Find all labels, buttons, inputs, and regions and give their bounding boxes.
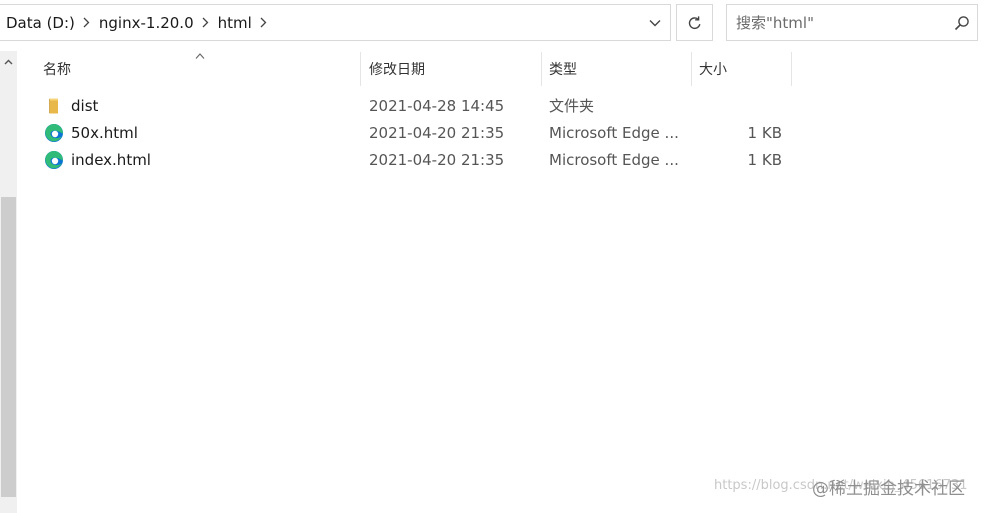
column-header-type-label: 类型: [549, 62, 577, 78]
file-row[interactable]: dist 2021-04-28 14:45 文件夹: [18, 92, 798, 119]
breadcrumb-item-nginx[interactable]: nginx-1.20.0: [94, 14, 199, 32]
top-bar: Data (D:) nginx-1.20.0 html 搜索"html": [0, 0, 991, 45]
file-date: 2021-04-20 21:35: [369, 150, 505, 169]
file-row[interactable]: index.html 2021-04-20 21:35 Microsoft Ed…: [18, 146, 798, 173]
file-size: 1 KB: [747, 123, 782, 142]
chevron-right-icon[interactable]: [199, 17, 213, 28]
column-header-size[interactable]: 大小: [699, 52, 789, 86]
column-divider[interactable]: [541, 52, 542, 86]
search-icon[interactable]: [947, 5, 977, 40]
file-date: 2021-04-28 14:45: [369, 96, 505, 115]
address-bar[interactable]: Data (D:) nginx-1.20.0 html: [0, 4, 671, 41]
file-date: 2021-04-20 21:35: [369, 123, 505, 142]
refresh-icon: [688, 15, 700, 29]
scroll-thumb[interactable]: [1, 197, 16, 497]
file-size: 1 KB: [747, 150, 782, 169]
folder-icon: [44, 96, 64, 116]
column-header-name[interactable]: 名称: [43, 52, 358, 86]
file-name-cell[interactable]: dist: [44, 92, 364, 119]
file-row[interactable]: 50x.html 2021-04-20 21:35 Microsoft Edge…: [18, 119, 798, 146]
column-divider[interactable]: [360, 52, 361, 86]
edge-icon: [44, 123, 64, 143]
chevron-right-icon[interactable]: [80, 17, 94, 28]
search-box[interactable]: 搜索"html": [726, 4, 978, 41]
file-type: 文件夹: [549, 97, 595, 115]
file-type: Microsoft Edge ...: [549, 123, 679, 142]
column-divider[interactable]: [791, 52, 792, 86]
search-input[interactable]: 搜索"html": [727, 12, 947, 33]
chevron-up-icon: [4, 59, 13, 65]
column-headers: 名称 修改日期 类型 大小: [18, 52, 798, 86]
file-name: dist: [71, 96, 99, 115]
file-type: Microsoft Edge ...: [549, 150, 679, 169]
file-size: [699, 92, 782, 119]
scroll-up-button[interactable]: [0, 51, 17, 73]
column-header-date-label: 修改日期: [369, 62, 425, 78]
file-name: 50x.html: [71, 123, 138, 142]
file-name: index.html: [71, 150, 151, 169]
chevron-right-icon[interactable]: [257, 17, 271, 28]
breadcrumb-item-html[interactable]: html: [213, 14, 257, 32]
watermark-logo: @稀土掘金技术社区: [812, 479, 965, 499]
column-divider[interactable]: [691, 52, 692, 86]
column-header-name-label: 名称: [43, 62, 71, 78]
vertical-scrollbar[interactable]: [0, 51, 17, 513]
breadcrumb-item-drive[interactable]: Data (D:): [0, 14, 80, 32]
chevron-down-icon: [649, 19, 661, 26]
address-history-dropdown[interactable]: [640, 5, 670, 40]
file-name-cell[interactable]: index.html: [44, 146, 364, 173]
column-header-date[interactable]: 修改日期: [369, 52, 539, 86]
edge-icon: [44, 150, 64, 170]
refresh-button[interactable]: [676, 4, 713, 41]
file-name-cell[interactable]: 50x.html: [44, 119, 364, 146]
column-header-type[interactable]: 类型: [549, 52, 689, 86]
column-header-size-label: 大小: [699, 62, 727, 78]
